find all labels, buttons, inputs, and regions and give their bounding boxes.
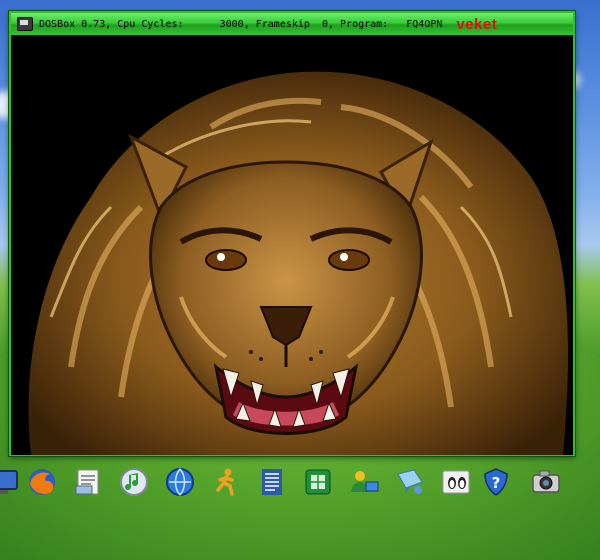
document-icon[interactable] (256, 466, 288, 498)
emulator-screen[interactable] (11, 35, 573, 455)
running-man-icon[interactable] (210, 466, 242, 498)
dosbox-window[interactable]: DOSBox 0.73, Cpu Cycles: 3000, Frameskip… (9, 11, 575, 456)
globe-icon[interactable] (164, 466, 196, 498)
help-shield-icon[interactable]: ? (480, 466, 512, 498)
brand-label: veket (456, 15, 498, 33)
close-button[interactable] (557, 16, 569, 54)
minimize-button[interactable] (541, 16, 553, 54)
window-title: DOSBox 0.73, Cpu Cycles: 3000, Frameskip… (39, 18, 443, 30)
penguin-tools-icon[interactable] (440, 466, 472, 498)
spreadsheet-icon[interactable] (302, 466, 334, 498)
svg-text:?: ? (492, 474, 501, 492)
title-bar[interactable]: DOSBox 0.73, Cpu Cycles: 3000, Frameskip… (11, 13, 573, 54)
lion-artwork (11, 67, 573, 455)
network-user-icon[interactable] (348, 466, 380, 498)
firefox-icon[interactable] (26, 466, 58, 498)
camera-icon[interactable] (530, 466, 562, 498)
dosbox-app-icon (17, 17, 33, 31)
music-player-icon[interactable] (118, 466, 150, 498)
text-editor-icon[interactable] (72, 466, 104, 498)
chat-icon[interactable] (394, 466, 426, 498)
monitor-icon[interactable] (0, 466, 20, 498)
